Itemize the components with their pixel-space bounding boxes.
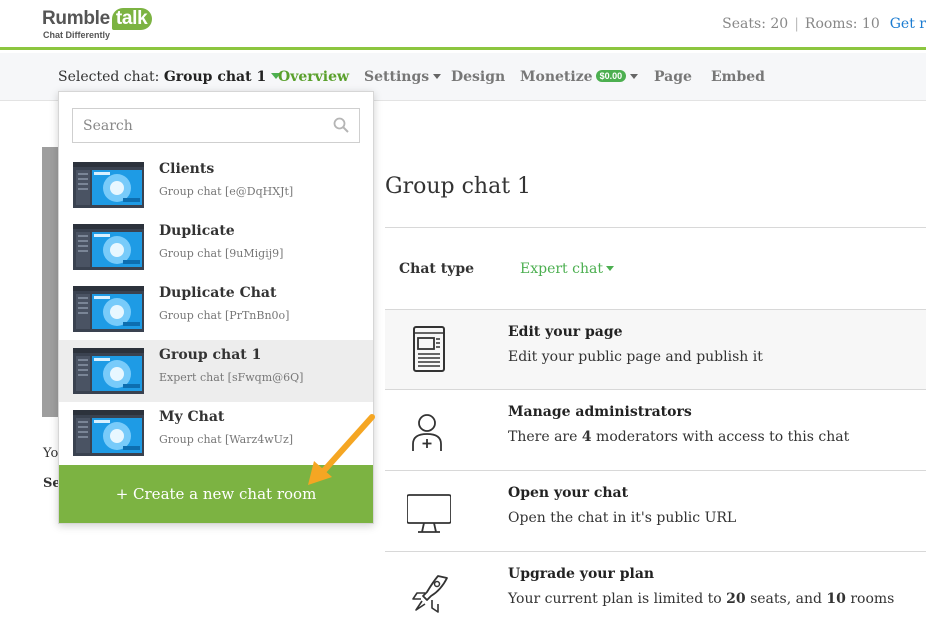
- chevron-down-icon: [605, 266, 614, 271]
- row-title: Upgrade your plan: [508, 566, 655, 582]
- open-chat-row[interactable]: Open your chat Open the chat in it's pub…: [385, 471, 926, 551]
- list-item-selected[interactable]: Group chat 1 Expert chat [sFwqm@6Q]: [59, 340, 373, 402]
- chat-window-preview-icon: [73, 348, 144, 394]
- logo-tagline: Chat Differently: [43, 30, 111, 40]
- row-description: Open the chat in it's public URL: [508, 510, 737, 526]
- chat-name: My Chat: [159, 409, 225, 425]
- chat-name: Duplicate Chat: [159, 285, 277, 301]
- row-description: There are 4 moderators with access to th…: [508, 429, 850, 445]
- chat-window-preview-icon: [73, 162, 144, 208]
- chat-thumbnail: [73, 162, 144, 208]
- list-item[interactable]: Duplicate Group chat [9uMigij9]: [59, 216, 373, 278]
- top-header: Rumble talk Chat Differently Seats: 20 | Ro…: [0, 0, 926, 50]
- account-summary: Seats: 20 | Rooms: 10 Get r: [722, 16, 926, 32]
- seats-count: Seats: 20: [722, 16, 789, 32]
- chat-type-label: Chat type: [399, 261, 475, 277]
- chat-thumbnail: [73, 410, 144, 456]
- chat-thumbnail: [73, 348, 144, 394]
- selected-chat-value: Group chat 1: [163, 69, 267, 85]
- chat-window-preview-icon: [73, 410, 144, 456]
- page-icon: [413, 326, 445, 372]
- tab-overview[interactable]: Overview: [278, 69, 349, 85]
- row-title: Open your chat: [508, 485, 629, 501]
- rumbletalk-logo[interactable]: Rumble talk Chat Differently: [42, 8, 162, 44]
- chat-name: Clients: [159, 161, 215, 177]
- chat-window-preview-icon: [73, 286, 144, 332]
- chat-name: Duplicate: [159, 223, 235, 239]
- page-title: Group chat 1: [385, 174, 532, 199]
- chat-subtitle: Expert chat [sFwqm@6Q]: [159, 371, 304, 384]
- row-title: Manage administrators: [508, 404, 692, 420]
- tab-settings[interactable]: Settings: [364, 69, 442, 85]
- admin-icon: [412, 414, 442, 451]
- search-input[interactable]: [73, 109, 323, 142]
- row-title: Edit your page: [508, 324, 623, 340]
- chevron-down-icon: [433, 74, 442, 79]
- chat-subtitle: Group chat [Warz4wUz]: [159, 433, 294, 446]
- chat-window-preview-icon: [73, 224, 144, 270]
- list-item[interactable]: Clients Group chat [e@DqHXJt]: [59, 154, 373, 216]
- edit-page-row[interactable]: Edit your page Edit your public page and…: [385, 310, 926, 390]
- monetize-balance-badge: $0.00: [595, 70, 627, 82]
- row-description: Edit your public page and publish it: [508, 349, 763, 365]
- chat-subtitle: Group chat [9uMigij9]: [159, 247, 284, 260]
- tab-monetize[interactable]: Monetize $0.00: [520, 69, 639, 85]
- upgrade-plan-row[interactable]: Upgrade your plan Your current plan is l…: [385, 552, 926, 618]
- tab-design[interactable]: Design: [451, 69, 505, 85]
- row-description: Your current plan is limited to 20 seats…: [508, 591, 895, 607]
- selected-chat-label: Selected chat:: [58, 69, 160, 85]
- annotation-arrow-icon: [308, 414, 375, 485]
- search-icon[interactable]: [333, 117, 349, 133]
- background-text: Yo: [43, 446, 59, 461]
- manage-admins-row[interactable]: Manage administrators There are 4 modera…: [385, 390, 926, 470]
- tab-embed[interactable]: Embed: [711, 69, 765, 85]
- background-preview-image: [42, 147, 58, 417]
- list-item[interactable]: Duplicate Chat Group chat [PrTnBn0o]: [59, 278, 373, 340]
- chat-subtitle: Group chat [e@DqHXJt]: [159, 185, 294, 198]
- chat-thumbnail: [73, 224, 144, 270]
- get-more-link[interactable]: Get r: [890, 16, 926, 32]
- logo-wordmark: Rumble talk: [42, 8, 153, 30]
- monitor-icon: [407, 494, 451, 533]
- chat-subtitle: Group chat [PrTnBn0o]: [159, 309, 290, 322]
- search-box: [72, 108, 360, 143]
- chat-name: Group chat 1: [159, 347, 262, 363]
- chevron-down-icon: [630, 74, 639, 79]
- rooms-count: Rooms: 10: [804, 16, 880, 32]
- chat-type-dropdown[interactable]: Expert chat: [520, 261, 614, 277]
- selected-chat-selector[interactable]: Selected chat: Group chat 1: [58, 69, 282, 85]
- tab-page[interactable]: Page: [654, 69, 692, 85]
- chat-thumbnail: [73, 286, 144, 332]
- divider: [385, 227, 926, 228]
- rocket-icon: [412, 575, 448, 613]
